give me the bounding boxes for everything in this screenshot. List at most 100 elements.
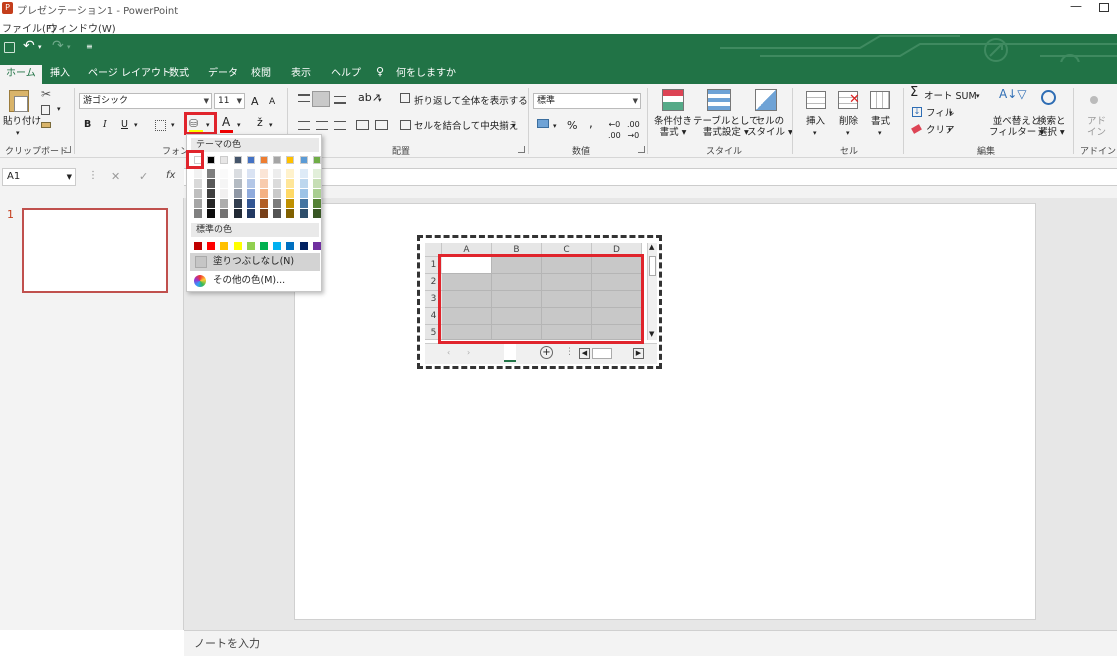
theme-color-swatch[interactable] <box>220 156 229 164</box>
tab-view[interactable]: 表示 <box>285 65 317 84</box>
underline-button[interactable]: U <box>121 119 128 130</box>
theme-shade-swatch[interactable] <box>273 169 282 178</box>
hscroll-left-icon[interactable]: ◀ <box>579 348 590 359</box>
paste-button[interactable]: 貼り付け <box>3 116 41 127</box>
phonetic-dropdown-icon[interactable]: ▾ <box>269 120 273 131</box>
font-size-combo[interactable]: 11 ▼ <box>214 93 245 109</box>
theme-shade-swatch[interactable] <box>194 209 202 218</box>
theme-shade-swatch[interactable] <box>260 189 268 198</box>
scroll-up-icon[interactable]: ▲ <box>649 243 654 251</box>
find-select-button[interactable]: 検索と 選択 ▾ <box>1037 116 1066 138</box>
theme-color-swatch[interactable] <box>273 156 282 164</box>
theme-shade-swatch[interactable] <box>312 209 321 218</box>
more-colors-menu-item[interactable]: その他の色(M)... <box>190 272 320 290</box>
fill-dropdown-icon[interactable]: ▾ <box>949 108 953 119</box>
scroll-down-icon[interactable]: ▼ <box>649 330 654 338</box>
redo-dropdown-icon[interactable]: ▾ <box>67 43 71 51</box>
tab-insert[interactable]: 挿入 <box>44 65 76 84</box>
hscroll-thumb[interactable] <box>592 348 612 359</box>
percent-button[interactable]: % <box>567 120 577 131</box>
theme-shade-swatch[interactable] <box>233 169 242 178</box>
slide-canvas[interactable] <box>294 203 1036 620</box>
slide-thumbnail[interactable] <box>22 208 168 293</box>
standard-color-swatch[interactable] <box>286 242 295 250</box>
copy-dropdown-icon[interactable]: ▾ <box>57 105 61 113</box>
tab-home[interactable]: ホーム <box>0 65 42 84</box>
merge-dropdown-icon[interactable]: ▾ <box>512 121 516 132</box>
standard-color-swatch[interactable] <box>220 242 229 250</box>
theme-shade-swatch[interactable] <box>220 169 229 178</box>
borders-dropdown-icon[interactable]: ▾ <box>171 120 175 131</box>
standard-color-swatch[interactable] <box>260 242 268 250</box>
theme-shade-swatch[interactable] <box>246 209 255 218</box>
theme-shade-swatch[interactable] <box>207 169 216 178</box>
theme-shade-swatch[interactable] <box>312 199 321 208</box>
tell-me-search[interactable]: 何をしますか <box>390 65 462 84</box>
vertical-scrollbar[interactable]: ▲ ▼ <box>647 243 657 340</box>
theme-shade-swatch[interactable] <box>273 189 282 198</box>
theme-shade-swatch[interactable] <box>312 179 321 188</box>
italic-button[interactable]: I <box>103 119 107 130</box>
minimize-button[interactable]: — <box>1070 0 1084 14</box>
theme-shade-swatch[interactable] <box>260 209 268 218</box>
theme-shade-swatch[interactable] <box>194 189 202 198</box>
standard-color-swatch[interactable] <box>246 242 255 250</box>
grow-font-button[interactable]: A <box>251 96 259 107</box>
standard-color-swatch[interactable] <box>233 242 242 250</box>
theme-shade-swatch[interactable] <box>220 179 229 188</box>
theme-shade-swatch[interactable] <box>233 209 242 218</box>
maximize-button[interactable] <box>1099 3 1109 12</box>
theme-shade-swatch[interactable] <box>207 189 216 198</box>
theme-shade-swatch[interactable] <box>286 179 295 188</box>
currency-dropdown-icon[interactable]: ▾ <box>553 121 557 132</box>
standard-color-swatch[interactable] <box>194 242 202 250</box>
theme-shade-swatch[interactable] <box>273 179 282 188</box>
enter-icon[interactable]: ✓ <box>139 170 148 183</box>
theme-shade-swatch[interactable] <box>299 189 308 198</box>
insert-function-icon[interactable]: fx <box>166 170 175 181</box>
theme-color-swatch[interactable] <box>260 156 268 164</box>
theme-shade-swatch[interactable] <box>207 209 216 218</box>
theme-shade-swatch[interactable] <box>246 189 255 198</box>
theme-shade-swatch[interactable] <box>233 179 242 188</box>
clipboard-launcher[interactable] <box>64 146 71 153</box>
format-cells-icon[interactable] <box>870 91 890 109</box>
theme-shade-swatch[interactable] <box>194 179 202 188</box>
hscroll-right-icon[interactable]: ▶ <box>633 348 644 359</box>
theme-shade-swatch[interactable] <box>246 199 255 208</box>
theme-shade-swatch[interactable] <box>286 199 295 208</box>
alignment-launcher[interactable] <box>518 146 525 153</box>
theme-shade-swatch[interactable] <box>246 179 255 188</box>
merge-center-icon[interactable] <box>400 120 411 130</box>
theme-shade-swatch[interactable] <box>194 199 202 208</box>
align-center-icon[interactable] <box>316 121 328 130</box>
insert-cells-button[interactable]: 挿入 <box>806 116 825 127</box>
comma-button[interactable]: , <box>589 117 593 129</box>
save-icon[interactable] <box>4 42 15 53</box>
standard-color-swatch[interactable] <box>312 242 321 250</box>
insert-cells-icon[interactable] <box>806 91 826 109</box>
increase-indent-icon[interactable] <box>375 120 388 130</box>
theme-shade-swatch[interactable] <box>233 199 242 208</box>
font-color-dropdown-icon[interactable]: ▾ <box>237 120 241 131</box>
cancel-icon[interactable]: ✕ <box>111 170 120 183</box>
align-left-icon[interactable] <box>298 121 310 130</box>
paste-dropdown-icon[interactable]: ▾ <box>16 128 20 139</box>
copy-icon[interactable] <box>41 105 50 115</box>
undo-dropdown-icon[interactable]: ▾ <box>38 43 42 51</box>
wrap-text-button[interactable]: 折り返して全体を表示する <box>414 96 528 107</box>
number-format-combo[interactable]: 標準 ▼ <box>533 93 641 109</box>
tab-formulas[interactable]: 数式 <box>163 65 195 84</box>
bold-button[interactable]: B <box>84 119 91 130</box>
tab-data[interactable]: データ <box>202 65 244 84</box>
theme-shade-swatch[interactable] <box>299 179 308 188</box>
format-as-table-icon[interactable] <box>707 89 731 111</box>
increase-decimal-icon[interactable]: ←0.00 <box>608 119 621 141</box>
theme-shade-swatch[interactable] <box>299 169 308 178</box>
sheet-tab[interactable] <box>504 344 516 362</box>
cell-styles-button[interactable]: セルの スタイル ▾ <box>747 116 793 138</box>
borders-icon[interactable] <box>155 120 166 131</box>
theme-color-swatch[interactable] <box>299 156 308 164</box>
theme-shade-swatch[interactable] <box>312 169 321 178</box>
menu-window[interactable]: ウィンドウ(W) <box>48 20 116 35</box>
